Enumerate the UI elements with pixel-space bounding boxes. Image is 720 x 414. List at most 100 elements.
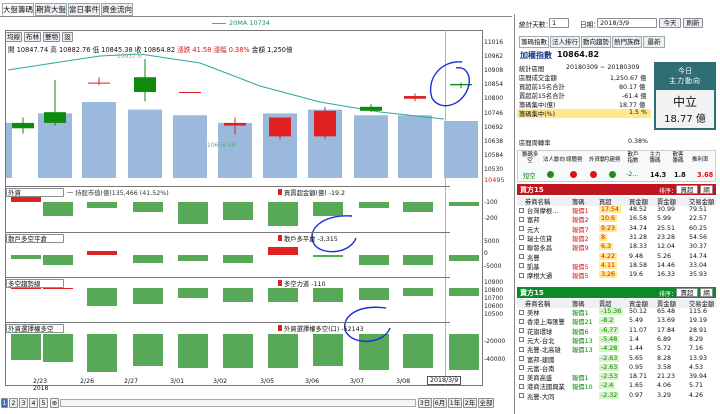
axis-tick: 0: [484, 250, 488, 257]
candle-body: [404, 96, 426, 99]
page-2-button[interactable]: 2: [9, 398, 18, 408]
table-row[interactable]: 花旗環球 報價6 -6.77 11.07 17.84 28.91: [517, 326, 716, 336]
row-checkbox[interactable]: [519, 318, 524, 324]
price-tick: 10800: [484, 95, 504, 102]
table-row[interactable]: 摩根大通 報價5 3.26 19.6 16.33 35.93: [517, 271, 716, 280]
refresh-button[interactable]: 刷新: [683, 18, 703, 28]
tab-trend[interactable]: 動向趨勢: [581, 36, 611, 48]
tab-broker-rank[interactable]: 法人排行: [550, 36, 580, 48]
table-row[interactable]: 香港上海匯豐 報價21 -8.2 5.49 13.69 19.19: [517, 317, 716, 326]
column-header[interactable]: 交易金額: [689, 197, 714, 206]
indicator-bar: [449, 288, 479, 296]
row-checkbox[interactable]: [519, 254, 524, 259]
pane-selector[interactable]: 外資: [6, 188, 64, 197]
table-cell: -2.32: [599, 391, 620, 399]
table-row[interactable]: 港商法國興業 報價10 -2.4 1.65 4.06 5.71: [517, 382, 716, 391]
table-cell: -15.36: [599, 308, 624, 315]
row-checkbox[interactable]: [519, 346, 524, 352]
row-checkbox[interactable]: [519, 207, 524, 213]
tab-chip-index[interactable]: 籌碼指數: [519, 36, 549, 48]
indicator-header: 主力籌碼: [649, 152, 661, 164]
buy-view-toggle[interactable]: 網: [700, 185, 713, 194]
tab-latest[interactable]: 最新: [643, 36, 665, 48]
page-4-button[interactable]: 4: [29, 398, 38, 408]
row-checkbox[interactable]: [519, 272, 524, 278]
table-cell: 富邦-建國: [527, 356, 555, 364]
table-row[interactable]: 美商高盛 報價1 -2.53 18.71 21.23 39.94: [517, 373, 716, 382]
horizontal-scrollbar[interactable]: [60, 399, 416, 407]
table-cell: 54.56: [689, 233, 708, 241]
table-row[interactable]: 瑞士信貸 報價2 8 31.28 23.28 54.56: [517, 233, 716, 243]
range-2y-button[interactable]: 2年: [463, 398, 477, 408]
column-header[interactable]: 賣金額: [657, 299, 676, 308]
row-checkbox[interactable]: [519, 309, 524, 315]
table-row[interactable]: 富邦 報價2 10.6 16.58 5.99 22.57: [517, 215, 716, 224]
range-all-button[interactable]: 全部: [478, 398, 494, 408]
column-header[interactable]: 券商名稱: [525, 299, 550, 308]
stat-key: 籌碼集中(%) 1.5 %: [517, 109, 651, 118]
row-checkbox[interactable]: [519, 374, 524, 380]
column-header[interactable]: 買金額: [629, 197, 648, 206]
column-header[interactable]: 籌碼: [572, 299, 585, 308]
table-cell: -2.63: [599, 363, 620, 371]
axis-tick: 10900: [484, 279, 504, 286]
row-checkbox[interactable]: [519, 226, 524, 232]
row-checkbox[interactable]: [519, 356, 524, 361]
page-3-button[interactable]: 3: [19, 398, 28, 408]
table-row[interactable]: 台灣摩根... 報價1 17.54 48.52 30.99 79.51: [517, 206, 716, 215]
tab-hot-groups[interactable]: 熱門族群: [612, 36, 642, 48]
page-1-button[interactable]: 1: [1, 398, 8, 408]
pane-selector[interactable]: 外資選擇權多空: [6, 324, 64, 333]
sell-view-toggle[interactable]: 網: [700, 288, 713, 297]
table-cell: 16.58: [629, 215, 648, 223]
pane-selector[interactable]: 多空趨勢線: [6, 279, 64, 288]
column-header[interactable]: 交易金額: [689, 299, 714, 308]
today-button[interactable]: 今天: [659, 18, 681, 28]
row-checkbox[interactable]: [519, 383, 524, 389]
row-checkbox[interactable]: [519, 235, 524, 241]
table-row[interactable]: 兆豐 4.22 9.48 5.26 14.74: [517, 252, 716, 262]
table-row[interactable]: 富邦-建國 -2.63 5.65 8.28 13.93: [517, 354, 716, 364]
column-header[interactable]: 賣超: [599, 299, 612, 308]
indicator-bar: [178, 255, 208, 261]
table-row[interactable]: 元大-台北 報價13 -5.48 1.4 6.89 8.29: [517, 335, 716, 345]
pane-selector[interactable]: 散戶多空平倉: [6, 234, 64, 243]
column-header[interactable]: 買金額: [629, 299, 648, 308]
column-header[interactable]: 籌碼: [572, 197, 585, 206]
table-cell: 報價2: [572, 217, 589, 225]
table-row[interactable]: 聯發永昌 報價9 6.3 18.33 12.04 30.37: [517, 243, 716, 252]
table-row[interactable]: 兆豐-北高雄 報價13 -4.28 1.44 5.72 7.16: [517, 345, 716, 354]
date-input[interactable]: 2018/3/9: [597, 18, 657, 28]
indicator-bar: [133, 334, 163, 366]
table-row[interactable]: 兆豐-大同 -2.32 0.97 3.29 4.26: [517, 391, 716, 401]
expand-icon[interactable]: ⊕: [50, 398, 59, 408]
column-header[interactable]: 賣金額: [657, 197, 676, 206]
indicator-bar: [43, 202, 73, 216]
row-checkbox[interactable]: [519, 337, 524, 343]
row-checkbox[interactable]: [519, 365, 524, 371]
cursor-date: 2018/3/9: [427, 376, 462, 385]
range-6m-button[interactable]: 6月: [433, 398, 447, 408]
table-row[interactable]: 元富-台南 -2.63 0.95 3.58 4.53: [517, 363, 716, 373]
range-1y-button[interactable]: 1年: [448, 398, 462, 408]
row-checkbox[interactable]: [519, 244, 524, 250]
pane-value: 外資選擇權多空(口) -52143: [278, 324, 364, 333]
table-cell: 5.49: [629, 317, 644, 325]
table-cell: 5.72: [657, 345, 672, 353]
table-row[interactable]: 美林 報價1 -15.36 50.12 65.48 115.6: [517, 308, 716, 317]
page-5-button[interactable]: 5: [39, 398, 48, 408]
sell-sort-select[interactable]: 賣超: [676, 288, 698, 297]
row-checkbox[interactable]: [519, 216, 524, 222]
stats-days-select[interactable]: 1: [549, 18, 569, 28]
column-header[interactable]: 券商名稱: [525, 197, 550, 206]
table-row[interactable]: 元大 報價7 9.23 34.74 25.51 60.25: [517, 224, 716, 234]
row-checkbox[interactable]: [519, 393, 524, 399]
row-checkbox[interactable]: [519, 328, 524, 334]
row-checkbox[interactable]: [519, 263, 524, 269]
table-cell: -2.4: [599, 382, 616, 390]
column-header[interactable]: 買超: [599, 197, 612, 206]
table-row[interactable]: 凱基 報價5 4.11 18.58 14.46 33.04: [517, 261, 716, 271]
indicator-bar: [133, 202, 163, 212]
buy-sort-select[interactable]: 買超: [676, 185, 698, 194]
range-3d-button[interactable]: 3日: [418, 398, 432, 408]
